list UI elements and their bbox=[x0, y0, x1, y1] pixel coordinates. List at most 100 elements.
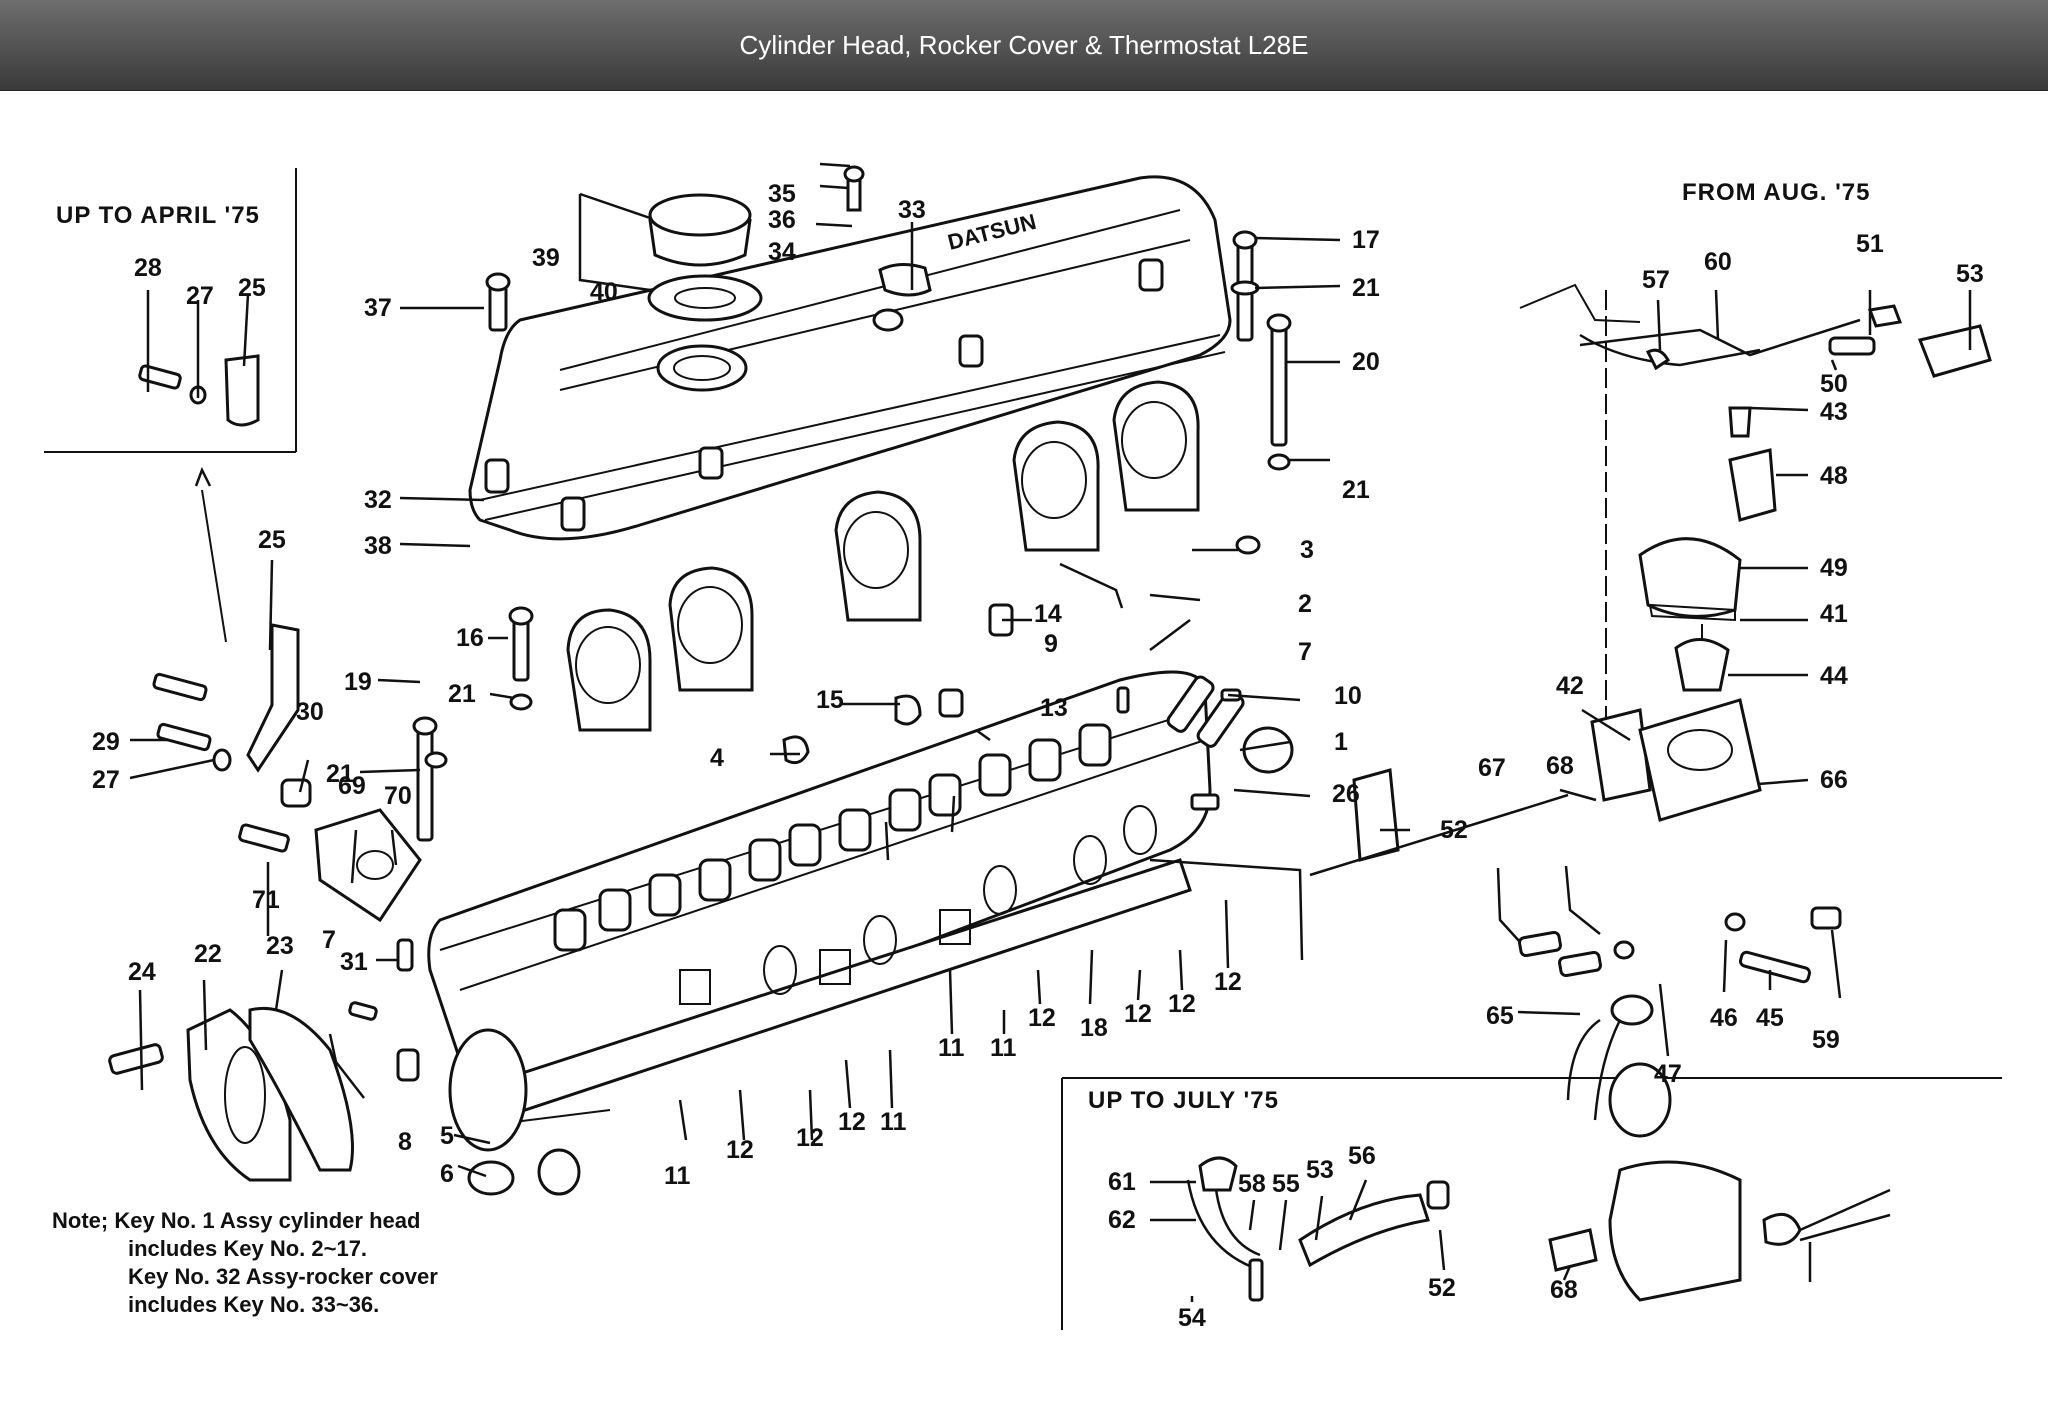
part-label: 50 bbox=[1820, 370, 1848, 398]
part-label: 52 bbox=[1440, 816, 1468, 844]
part-label: 41 bbox=[1820, 600, 1848, 628]
part-label: 11 bbox=[990, 1034, 1017, 1062]
part-label: 71 bbox=[252, 886, 280, 914]
note-line-4: includes Key No. 33~36. bbox=[128, 1292, 379, 1317]
part-label: 12 bbox=[1168, 990, 1196, 1018]
oil-filler-cap bbox=[647, 193, 763, 322]
part-label: 10 bbox=[1334, 682, 1362, 710]
part-label: 43 bbox=[1820, 398, 1848, 426]
part-label: 31 bbox=[340, 948, 368, 976]
part-label: 11 bbox=[938, 1034, 965, 1062]
part-label: 66 bbox=[1820, 766, 1848, 794]
part-label: 34 bbox=[768, 238, 796, 266]
part-label: 44 bbox=[1820, 662, 1848, 690]
part-label: 12 bbox=[1124, 1000, 1152, 1028]
part-label: 62 bbox=[1108, 1206, 1136, 1234]
part-label: 12 bbox=[796, 1124, 824, 1152]
part-label: 15 bbox=[816, 686, 844, 714]
note-line-1: Note; Key No. 1 Assy cylinder head bbox=[52, 1208, 420, 1233]
inset-caption-july: UP TO JULY '75 bbox=[1088, 1087, 1279, 1114]
part-label: 13 bbox=[1040, 694, 1068, 722]
part-label: 33 bbox=[898, 196, 926, 224]
part-label: 53 bbox=[1956, 260, 1984, 288]
part-label: 40 bbox=[590, 278, 618, 306]
part-label: 4 bbox=[710, 744, 724, 772]
title-bar: Cylinder Head, Rocker Cover & Thermostat… bbox=[0, 0, 2048, 91]
part-label: 14 bbox=[1034, 600, 1062, 628]
part-label: 39 bbox=[532, 244, 560, 272]
part-label: 52 bbox=[1428, 1274, 1456, 1302]
rocker-cover: DATSUN bbox=[468, 175, 1232, 541]
part-label: 6 bbox=[440, 1160, 454, 1188]
part-label: 20 bbox=[1352, 348, 1380, 376]
part-label: 26 bbox=[1332, 780, 1360, 808]
part-label: 59 bbox=[1812, 1026, 1840, 1054]
part-label: 12 bbox=[726, 1136, 754, 1164]
part-label: 22 bbox=[194, 940, 222, 968]
part-label: 5 bbox=[440, 1122, 454, 1150]
part-label: 35 bbox=[768, 180, 796, 208]
part-label: 46 bbox=[1710, 1004, 1738, 1032]
part-label: 45 bbox=[1756, 1004, 1784, 1032]
part-label: 1 bbox=[1334, 728, 1348, 756]
part-label: 32 bbox=[364, 486, 392, 514]
part-label: 68 bbox=[1546, 752, 1574, 780]
part-label: 25 bbox=[238, 274, 266, 302]
part-label: 7 bbox=[1298, 638, 1312, 666]
part-label: 23 bbox=[266, 932, 294, 960]
inset-aug-parts bbox=[1352, 283, 1992, 1121]
part-label: 69 bbox=[338, 772, 366, 800]
part-label: 56 bbox=[1348, 1142, 1376, 1170]
part-label: 12 bbox=[838, 1108, 866, 1136]
part-label: 8 bbox=[398, 1128, 412, 1156]
part-label: 21 bbox=[1352, 274, 1380, 302]
part-label: 16 bbox=[456, 624, 484, 652]
part-label: 21 bbox=[1342, 476, 1370, 504]
note-line-3: Key No. 32 Assy-rocker cover bbox=[128, 1264, 438, 1289]
part-label: 48 bbox=[1820, 462, 1848, 490]
part-label: 9 bbox=[1044, 630, 1058, 658]
part-label: 60 bbox=[1704, 248, 1732, 276]
part-label: 27 bbox=[186, 282, 214, 310]
part-label: 17 bbox=[1352, 226, 1380, 254]
part-label: 24 bbox=[128, 958, 156, 986]
part-label: 57 bbox=[1642, 266, 1670, 294]
part-label: 54 bbox=[1178, 1304, 1206, 1332]
part-label: 28 bbox=[134, 254, 162, 282]
part-label: 61 bbox=[1108, 1168, 1136, 1196]
part-label: 51 bbox=[1856, 230, 1884, 258]
inset-caption-aug: FROM AUG. '75 bbox=[1682, 179, 1871, 206]
part-label: 11 bbox=[880, 1108, 907, 1136]
part-label: 12 bbox=[1214, 968, 1242, 996]
part-label: 68 bbox=[1550, 1276, 1578, 1304]
part-label: 27 bbox=[92, 766, 120, 794]
part-label: 53 bbox=[1306, 1156, 1334, 1184]
part-label: 47 bbox=[1654, 1060, 1682, 1088]
exploded-view-drawing: DATSUN UP TO APRIL '75 FROM AUG. '75 UP … bbox=[44, 162, 2002, 1332]
part-label: 38 bbox=[364, 532, 392, 560]
inset-caption-april: UP TO APRIL '75 bbox=[56, 202, 260, 229]
part-label: 11 bbox=[664, 1162, 691, 1190]
part-label: 7 bbox=[322, 926, 336, 954]
part-label: 67 bbox=[1478, 754, 1506, 782]
part-label: 55 bbox=[1272, 1170, 1300, 1198]
part-label: 21 bbox=[448, 680, 476, 708]
part-label: 19 bbox=[344, 668, 372, 696]
part-label: 30 bbox=[296, 698, 324, 726]
part-label: 49 bbox=[1820, 554, 1848, 582]
part-label: 70 bbox=[384, 782, 412, 810]
part-label: 65 bbox=[1486, 1002, 1514, 1030]
part-label: 2 bbox=[1298, 590, 1312, 618]
parts-diagram: DATSUN UP TO APRIL '75 FROM AUG. '75 UP … bbox=[0, 90, 2048, 1396]
part-label: 25 bbox=[258, 526, 286, 554]
part-label: 29 bbox=[92, 728, 120, 756]
part-label: 18 bbox=[1080, 1014, 1108, 1042]
page-title: Cylinder Head, Rocker Cover & Thermostat… bbox=[739, 29, 1309, 60]
part-label: 3 bbox=[1300, 536, 1314, 564]
part-label: 12 bbox=[1028, 1004, 1056, 1032]
part-label: 37 bbox=[364, 294, 392, 322]
part-label: 36 bbox=[768, 206, 796, 234]
part-label: 58 bbox=[1238, 1170, 1266, 1198]
note-line-2: includes Key No. 2~17. bbox=[128, 1236, 367, 1261]
part-label: 42 bbox=[1556, 672, 1584, 700]
